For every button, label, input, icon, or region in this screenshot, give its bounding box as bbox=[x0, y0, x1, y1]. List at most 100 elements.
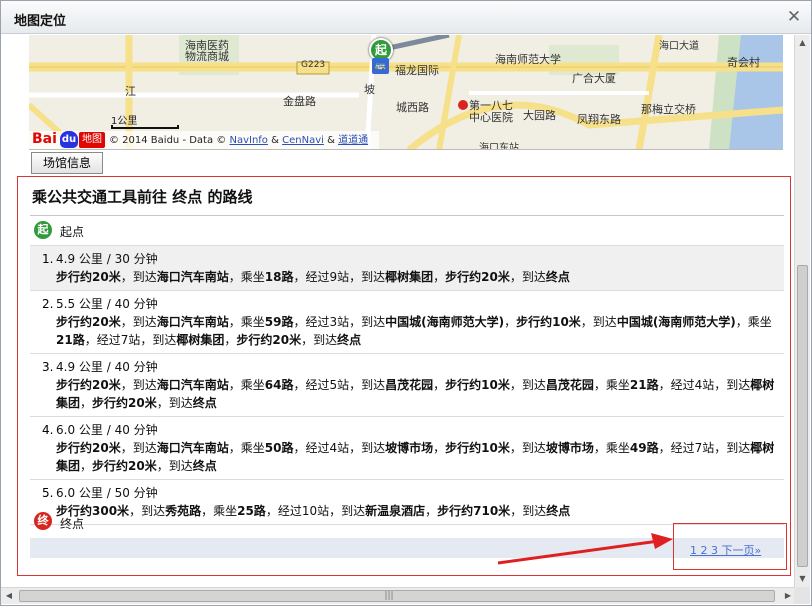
close-icon[interactable]: ✕ bbox=[784, 7, 804, 27]
route-step-text: ， bbox=[425, 504, 438, 518]
venue-info-button[interactable]: 场馆信息 bbox=[31, 152, 103, 174]
map-view[interactable]: 海南医药 物流商城 海南师范大学 G223 福龙国际 广合大厦 奇会村 江 金盘… bbox=[29, 35, 783, 150]
route-step-text: ，到达 bbox=[510, 504, 547, 518]
route-step-highlight: 秀苑路 bbox=[165, 504, 202, 518]
route-step-text: ，乘坐 bbox=[593, 441, 630, 455]
route-step-highlight: 64路 bbox=[264, 378, 294, 392]
copyright-amp-1: & bbox=[271, 135, 279, 146]
map-label-jinpan: 金盘路 bbox=[283, 95, 316, 108]
dialog-content: 海南医药 物流商城 海南师范大学 G223 福龙国际 广合大厦 奇会村 江 金盘… bbox=[1, 35, 796, 587]
route-detail: 步行约20米，到达海口汽车南站，乘坐64路，经过5站，到达昌茂花园，步行约10米… bbox=[56, 376, 778, 412]
scroll-down-icon[interactable]: ▼ bbox=[795, 571, 810, 587]
route-step-text: ，经过4站，到达 bbox=[293, 441, 386, 455]
route-step-highlight: 21路 bbox=[629, 378, 659, 392]
route-step-text: ， bbox=[433, 441, 446, 455]
route-step-highlight: 昌茂花园 bbox=[385, 378, 434, 392]
end-point-badge: 终 bbox=[34, 512, 52, 530]
route-summary: 4.9 公里 / 40 分钟 bbox=[56, 360, 158, 374]
baidu-logo-ditu: 地图 bbox=[79, 132, 105, 148]
next-page-link[interactable]: 1 2 3 下一页» bbox=[690, 542, 761, 558]
route-list: 1. 4.9 公里 / 30 分钟 步行约20米，到达海口汽车南站，乘坐18路，经过… bbox=[30, 245, 784, 525]
route-step-highlight: 步行约20米 bbox=[92, 459, 157, 473]
route-step-text: ，到达 bbox=[120, 441, 157, 455]
map-scale-bar bbox=[111, 125, 179, 129]
route-item[interactable]: 5. 6.0 公里 / 50 分钟 步行约300米，到达秀苑路，乘坐25路，经过10… bbox=[30, 479, 784, 525]
route-step-text: ，到达 bbox=[156, 396, 193, 410]
route-item[interactable]: 1. 4.9 公里 / 30 分钟 步行约20米，到达海口汽车南站，乘坐18路，经过… bbox=[30, 245, 784, 290]
route-detail: 步行约20米，到达海口汽车南站，乘坐59路，经过3站，到达中国城(海南师范大学)… bbox=[56, 313, 778, 349]
pager-bar bbox=[30, 538, 784, 558]
route-step-highlight: 海口汽车南站 bbox=[156, 270, 229, 284]
route-step-text: ，乘坐 bbox=[201, 504, 238, 518]
bus-stop-icon[interactable]: 🚌 bbox=[372, 58, 389, 74]
panel-divider bbox=[30, 215, 784, 216]
start-point-label[interactable]: 起点 bbox=[60, 223, 84, 240]
route-number: 4. bbox=[42, 423, 54, 437]
route-detail: 步行约300米，到达秀苑路，乘坐25路，经过10站，到达新温泉酒店，步行约710… bbox=[56, 502, 778, 520]
route-step-highlight: 海口汽车南站 bbox=[156, 378, 229, 392]
scroll-up-icon[interactable]: ▲ bbox=[795, 35, 810, 51]
scroll-left-icon[interactable]: ◀ bbox=[1, 588, 17, 604]
route-item[interactable]: 3. 4.9 公里 / 40 分钟 步行约20米，到达海口汽车南站，乘坐64路，经过… bbox=[30, 353, 784, 416]
route-step-text: ，经过3站，到达 bbox=[293, 315, 386, 329]
route-step-highlight: 椰树集团 bbox=[176, 333, 225, 347]
dialog-titlebar[interactable]: 地图定位 ✕ bbox=[1, 1, 811, 34]
horizontal-scrollbar[interactable]: ◀ ||| ▶ bbox=[1, 587, 796, 604]
route-step-text: ，到达 bbox=[509, 270, 546, 284]
route-step-text: ， bbox=[80, 396, 93, 410]
route-step-highlight: 59路 bbox=[264, 315, 294, 329]
map-label-qiyi: 奇会村 bbox=[727, 56, 760, 69]
map-label-guangda: 广合大厦 bbox=[572, 72, 616, 85]
route-step-highlight: 49路 bbox=[629, 441, 659, 455]
route-step-highlight: 步行约20米 bbox=[56, 378, 121, 392]
navinfo-link[interactable]: NavInfo bbox=[229, 135, 267, 146]
route-step-highlight: 步行约20米 bbox=[56, 270, 121, 284]
route-step-text: ，到达 bbox=[509, 378, 546, 392]
daodaotong-link[interactable]: 道道通 bbox=[338, 135, 368, 146]
baidu-map-logo[interactable]: Bai du 地图 bbox=[32, 131, 106, 149]
end-point-label[interactable]: 终点 bbox=[60, 515, 84, 532]
route-step-highlight: 终点 bbox=[546, 504, 571, 518]
route-step-highlight: 昌茂花园 bbox=[545, 378, 594, 392]
route-item[interactable]: 4. 6.0 公里 / 40 分钟 步行约20米，到达海口汽车南站，乘坐50路，经过… bbox=[30, 416, 784, 479]
route-step-highlight: 终点 bbox=[192, 396, 217, 410]
route-detail: 步行约20米，到达海口汽车南站，乘坐18路，经过9站，到达椰树集团，步行约20米… bbox=[56, 268, 778, 286]
route-summary: 5.5 公里 / 40 分钟 bbox=[56, 297, 158, 311]
map-label-chengxi: 城西路 bbox=[396, 101, 429, 114]
copyright-amp-2: & bbox=[327, 135, 335, 146]
route-number: 3. bbox=[42, 360, 54, 374]
scroll-grip-icon: ||| bbox=[384, 591, 394, 601]
cennavi-link[interactable]: CenNavi bbox=[282, 135, 324, 146]
route-step-highlight: 步行约10米 bbox=[516, 315, 581, 329]
route-step-text: ， bbox=[433, 270, 446, 284]
route-step-highlight: 18路 bbox=[264, 270, 294, 284]
route-step-text: ，乘坐 bbox=[228, 441, 265, 455]
map-location-dialog: 地图定位 ✕ 海南医药 物流商城 海南师范大学 G223 福龙国际 广合大厦 奇… bbox=[0, 0, 812, 606]
vertical-scrollbar[interactable]: ▲ ▼ bbox=[794, 35, 810, 587]
route-step-highlight: 步行约710米 bbox=[437, 504, 511, 518]
route-step-highlight: 中国城(海南师范大学) bbox=[385, 315, 505, 329]
route-step-text: ，到达 bbox=[120, 315, 157, 329]
route-step-highlight: 步行约10米 bbox=[445, 441, 510, 455]
route-number: 5. bbox=[42, 486, 54, 500]
route-number: 1. bbox=[42, 252, 54, 266]
horizontal-scroll-thumb[interactable] bbox=[19, 590, 775, 602]
route-step-text: ，到达 bbox=[301, 333, 338, 347]
route-step-text: ，乘坐 bbox=[593, 378, 630, 392]
route-step-highlight: 坡博市场 bbox=[385, 441, 434, 455]
route-step-highlight: 新温泉酒店 bbox=[365, 504, 426, 518]
baidu-logo-bai: Bai bbox=[32, 131, 57, 147]
route-item[interactable]: 2. 5.5 公里 / 40 分钟 步行约20米，到达海口汽车南站，乘坐59路，经过… bbox=[30, 290, 784, 353]
copyright-text: © 2014 Baidu - Data © bbox=[109, 135, 227, 146]
route-step-text: ，经过4站，到达 bbox=[658, 378, 751, 392]
vertical-scroll-thumb[interactable] bbox=[797, 265, 808, 567]
route-detail: 步行约20米，到达海口汽车南站，乘坐50路，经过4站，到达坡博市场，步行约10米… bbox=[56, 439, 778, 475]
route-step-text: ，到达 bbox=[120, 378, 157, 392]
map-label-g223: G223 bbox=[301, 60, 326, 70]
route-step-highlight: 25路 bbox=[237, 504, 266, 518]
route-step-text: ，乘坐 bbox=[228, 378, 265, 392]
route-step-text: ，到达 bbox=[509, 441, 546, 455]
route-step-text: ，经过5站，到达 bbox=[293, 378, 386, 392]
map-label-haikou-road: 海口大道 bbox=[659, 41, 699, 52]
start-point-badge: 起 bbox=[34, 221, 52, 239]
